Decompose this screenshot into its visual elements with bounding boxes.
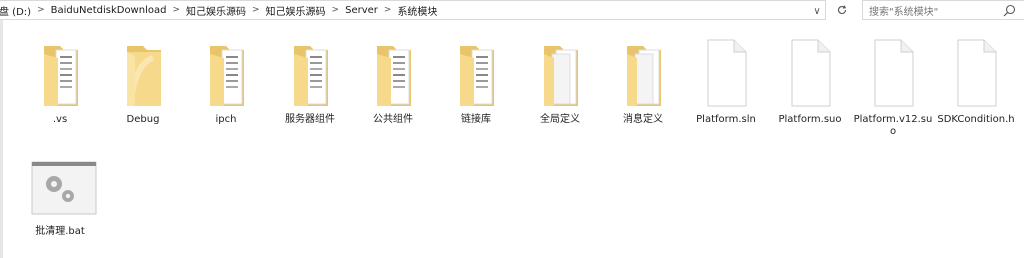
file-item[interactable]: Platform.suo — [770, 38, 850, 126]
item-label: ipch — [215, 114, 237, 125]
file-item[interactable]: 消息定义 — [603, 38, 683, 126]
refresh-button[interactable] — [832, 1, 852, 19]
folder-docs-icon — [377, 46, 411, 106]
file-item[interactable]: SDKCondition.h — [936, 38, 1016, 126]
breadcrumb-separator-icon[interactable]: > — [169, 5, 183, 15]
file-item[interactable]: ipch — [186, 38, 266, 126]
file-item[interactable]: 全局定义 — [520, 38, 600, 126]
breadcrumb-zhiji-2[interactable]: 知己娱乐源码 — [263, 3, 329, 18]
file-icon — [874, 39, 914, 107]
folder-docs-icon — [44, 46, 78, 106]
folder-pages-icon — [627, 46, 661, 106]
item-label: .vs — [52, 114, 68, 125]
file-item[interactable]: 链接库 — [436, 38, 516, 126]
folder-docs-icon — [460, 46, 494, 106]
breadcrumb-separator-icon[interactable]: > — [381, 5, 395, 15]
breadcrumb-system-modules[interactable]: 系统模块 — [394, 3, 440, 18]
item-icon — [780, 38, 840, 108]
item-icon — [30, 38, 90, 108]
item-icon — [196, 38, 256, 108]
file-item[interactable]: 公共组件 — [353, 38, 433, 126]
item-label: 全局定义 — [540, 114, 580, 125]
pane-left-edge — [0, 20, 3, 258]
search-icon — [1003, 4, 1016, 17]
folder-icon — [127, 46, 161, 106]
item-label: 公共组件 — [373, 114, 413, 125]
breadcrumb-label: Server — [345, 4, 378, 16]
item-label: Debug — [126, 114, 160, 125]
file-icon — [707, 39, 747, 107]
breadcrumb-separator-icon[interactable]: > — [249, 5, 263, 15]
address-dropdown-icon[interactable]: ∨ — [808, 1, 825, 19]
file-item[interactable]: 批清理.bat — [20, 150, 100, 238]
address-bar[interactable]: 盘 (D:) > BaiduNetdiskDownload > 知己娱乐源码 >… — [0, 0, 826, 20]
file-item[interactable]: Debug — [103, 38, 183, 126]
item-icon — [696, 38, 756, 108]
search-box[interactable]: 搜索"系统模块" — [862, 0, 1024, 20]
breadcrumb-drive[interactable]: 盘 (D:) — [0, 3, 34, 18]
item-icon — [113, 38, 173, 108]
file-item[interactable]: 服务器组件 — [270, 38, 350, 126]
refresh-icon — [838, 5, 847, 15]
breadcrumb-baidunetdisk[interactable]: BaiduNetdiskDownload — [48, 5, 170, 16]
item-icon — [863, 38, 923, 108]
item-label: Platform.suo — [778, 114, 842, 125]
batch-file-icon — [31, 161, 97, 215]
item-label: Platform.sln — [696, 114, 756, 125]
breadcrumb-label: 系统模块 — [397, 6, 438, 18]
file-icon — [957, 39, 997, 107]
item-label: Platform.v12.suo — [853, 114, 933, 137]
item-icon — [30, 150, 97, 220]
item-icon — [613, 38, 673, 108]
breadcrumb-label: 盘 (D:) — [0, 6, 32, 18]
item-icon — [530, 38, 590, 108]
breadcrumb-zhiji-1[interactable]: 知己娱乐源码 — [183, 3, 249, 18]
item-icon — [280, 38, 340, 108]
breadcrumb-label: 知己娱乐源码 — [265, 6, 326, 18]
file-item[interactable]: .vs — [20, 38, 100, 126]
file-item[interactable]: Platform.sln — [686, 38, 766, 126]
breadcrumb-label: BaiduNetdiskDownload — [50, 4, 167, 16]
file-item[interactable]: Platform.v12.suo — [853, 38, 933, 138]
item-label: 服务器组件 — [285, 114, 335, 125]
item-label: 消息定义 — [623, 114, 663, 125]
breadcrumb-separator-icon[interactable]: > — [34, 5, 48, 15]
item-icon — [446, 38, 506, 108]
breadcrumb-separator-icon[interactable]: > — [329, 5, 343, 15]
breadcrumb-label: 知己娱乐源码 — [186, 6, 246, 18]
file-icon — [791, 39, 831, 107]
folder-pages-icon — [544, 46, 578, 106]
folder-docs-icon — [210, 46, 244, 106]
breadcrumb-server[interactable]: Server — [342, 5, 381, 16]
search-placeholder: 搜索"系统模块" — [869, 6, 939, 18]
item-label: 批清理.bat — [35, 226, 85, 237]
folder-docs-icon — [294, 46, 328, 106]
item-icon — [946, 38, 1006, 108]
item-icon — [363, 38, 423, 108]
item-label: SDKCondition.h — [937, 114, 1015, 125]
item-label: 链接库 — [461, 114, 491, 125]
